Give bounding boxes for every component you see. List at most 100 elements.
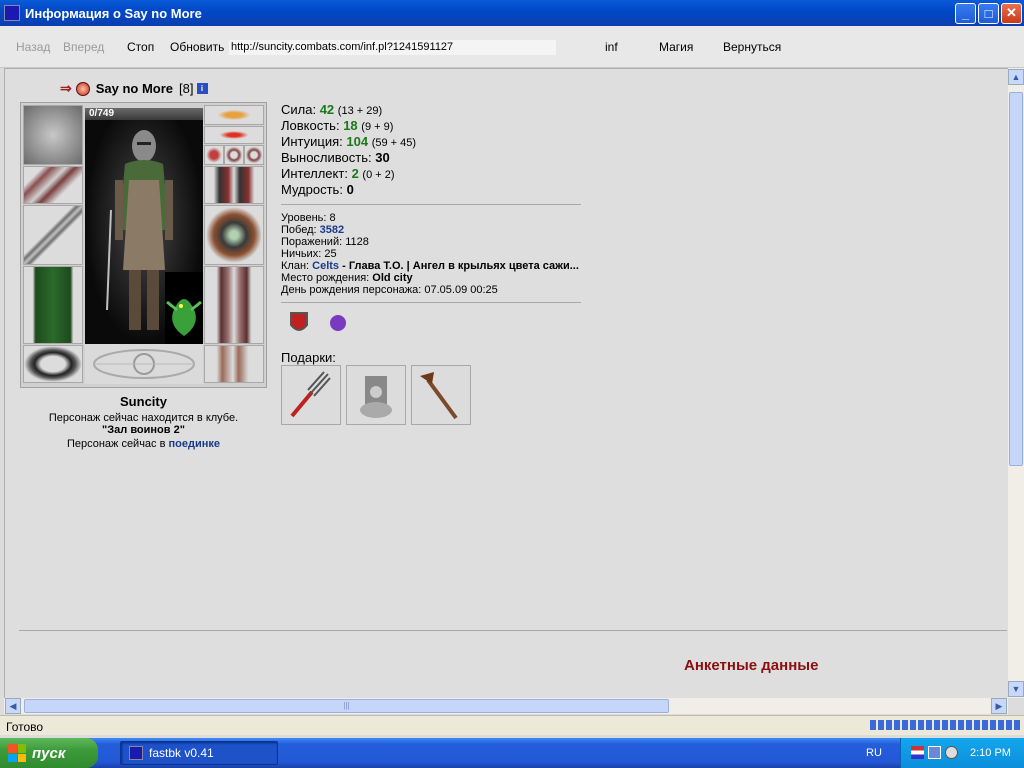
stat-agility: Ловкость: 18 (9 + 9) [281,118,393,133]
armor-slot[interactable] [23,266,83,344]
info-label: Побед: [281,224,317,236]
stat-value: 42 [319,102,335,117]
wins-link[interactable]: 3582 [320,224,344,236]
app-icon [129,746,143,760]
info-value: Old city [372,272,413,284]
location-text: Персонаж сейчас находится в клубе. [48,412,239,424]
belt-slot[interactable] [23,345,83,383]
stat-label: Интеллект: [281,166,348,181]
info-clan: Клан: Celts - Глава Т.О. | Ангел в крыль… [281,260,579,272]
scroll-right-icon[interactable]: ▶ [991,698,1007,714]
clan-title: - Глава Т.О. | Ангел в крыльях цвета саж… [342,260,579,272]
speaker-icon[interactable] [945,746,958,759]
back-button[interactable]: Назад [16,40,50,54]
gift-statue[interactable] [346,365,406,425]
stat-label: Ловкость: [281,118,340,133]
gloves-slot[interactable] [204,166,264,204]
duel-status: Персонаж сейчас в поединке [20,438,267,450]
axe-icon [420,372,458,420]
info-label: День рождения персонажа: [281,284,422,296]
clan-logo [85,344,203,384]
earrings-slot[interactable] [204,105,264,125]
magic-button[interactable]: Магия [659,40,693,54]
stat-value: 18 [343,118,358,133]
stat-bonus: (9 + 9) [361,121,394,133]
address-field[interactable]: http://suncity.combats.com/inf.pl?124159… [229,40,556,55]
divider [281,302,581,303]
divider [281,204,581,205]
info-level: Уровень: 8 [281,212,336,224]
location-room: "Зал воинов 2" [102,424,185,436]
gifts-label: Подарки: [281,350,336,365]
dragon-pet-icon [166,299,202,336]
scroll-left-icon[interactable]: ◀ [5,698,21,714]
stat-bonus: (0 + 2) [362,169,395,181]
horizontal-scroll-thumb[interactable]: ||| [24,699,669,713]
clan-emblem-icon[interactable] [75,81,90,96]
ring-slot-1[interactable] [204,145,224,165]
emblem-icon [93,349,195,379]
title-bar: Информация о Say no More _ □ ✕ [0,0,1024,26]
start-label: пуск [32,744,66,762]
medal-icon[interactable] [288,311,310,335]
inf-button[interactable]: inf [605,40,618,54]
gift-axe[interactable] [411,365,471,425]
pet-image[interactable] [165,272,203,344]
maximize-button[interactable]: □ [978,2,999,24]
scroll-up-icon[interactable]: ▲ [1008,69,1024,85]
info-value: 1128 [345,236,369,248]
refresh-button[interactable]: Обновить [170,40,224,54]
stat-strength: Сила: 42 (13 + 29) [281,102,382,117]
windows-logo-icon [8,744,26,762]
stat-intellect: Интеллект: 2 (0 + 2) [281,166,395,181]
duel-link[interactable]: поединке [169,438,221,450]
forward-button[interactable]: Вперед [63,40,104,54]
stat-label: Интуиция: [281,134,343,149]
stop-button[interactable]: Стоп [127,40,154,54]
info-birthday: День рождения персонажа: 07.05.09 00:25 [281,284,498,296]
stat-value: 30 [375,150,390,165]
flag-icon[interactable] [911,746,924,759]
weapon-slot[interactable] [23,205,83,265]
helmet-slot[interactable] [23,105,83,165]
shield-slot[interactable] [204,205,264,265]
info-wins: Побед: 3582 [281,224,344,236]
language-indicator[interactable]: RU [866,747,882,759]
pants-slot[interactable] [204,266,264,344]
info-label: Поражений: [281,236,343,248]
info-label: Уровень: [281,212,327,224]
info-value: 8 [329,212,336,224]
info-value: 25 [324,248,337,260]
stat-endurance: Выносливость: 30 [281,150,390,165]
info-label: Место рождения: [281,272,370,284]
ring-slot-2[interactable] [224,145,244,165]
info-losses: Поражений: 1128 [281,236,369,248]
info-value: 07.05.09 00:25 [424,284,498,296]
amulet-slot[interactable] [204,126,264,144]
info-icon[interactable]: i [196,83,208,94]
close-button[interactable]: ✕ [1001,2,1022,24]
clan-link[interactable]: Celts [312,260,339,272]
bracers-slot[interactable] [23,166,83,204]
return-button[interactable]: Вернуться [723,40,781,54]
taskbar-item[interactable]: fastbk v0.41 [120,741,278,765]
boots-slot[interactable] [204,345,264,383]
character-name: Say no More [95,81,174,96]
status-text: Готово [6,720,44,734]
stat-bonus: (13 + 29) [337,105,383,117]
network-icon[interactable] [928,746,941,759]
info-draws: Ничьих: 25 [281,248,337,260]
vertical-scroll-thumb[interactable] [1009,92,1023,466]
medal-icon[interactable] [327,311,349,335]
ring-slot-3[interactable] [244,145,264,165]
character-header: ⇒ Say no More [8] i [60,80,208,97]
arrow-icon[interactable]: ⇒ [60,80,72,97]
window-title: Информация о Say no More [25,5,202,21]
duel-prefix: Персонаж сейчас в [66,438,166,450]
gift-fork[interactable] [281,365,341,425]
clock: 2:10 PM [970,747,1011,759]
minimize-button[interactable]: _ [955,2,976,24]
scroll-down-icon[interactable]: ▼ [1008,681,1024,697]
start-button[interactable]: пуск [0,738,98,768]
stat-label: Выносливость: [281,150,372,165]
